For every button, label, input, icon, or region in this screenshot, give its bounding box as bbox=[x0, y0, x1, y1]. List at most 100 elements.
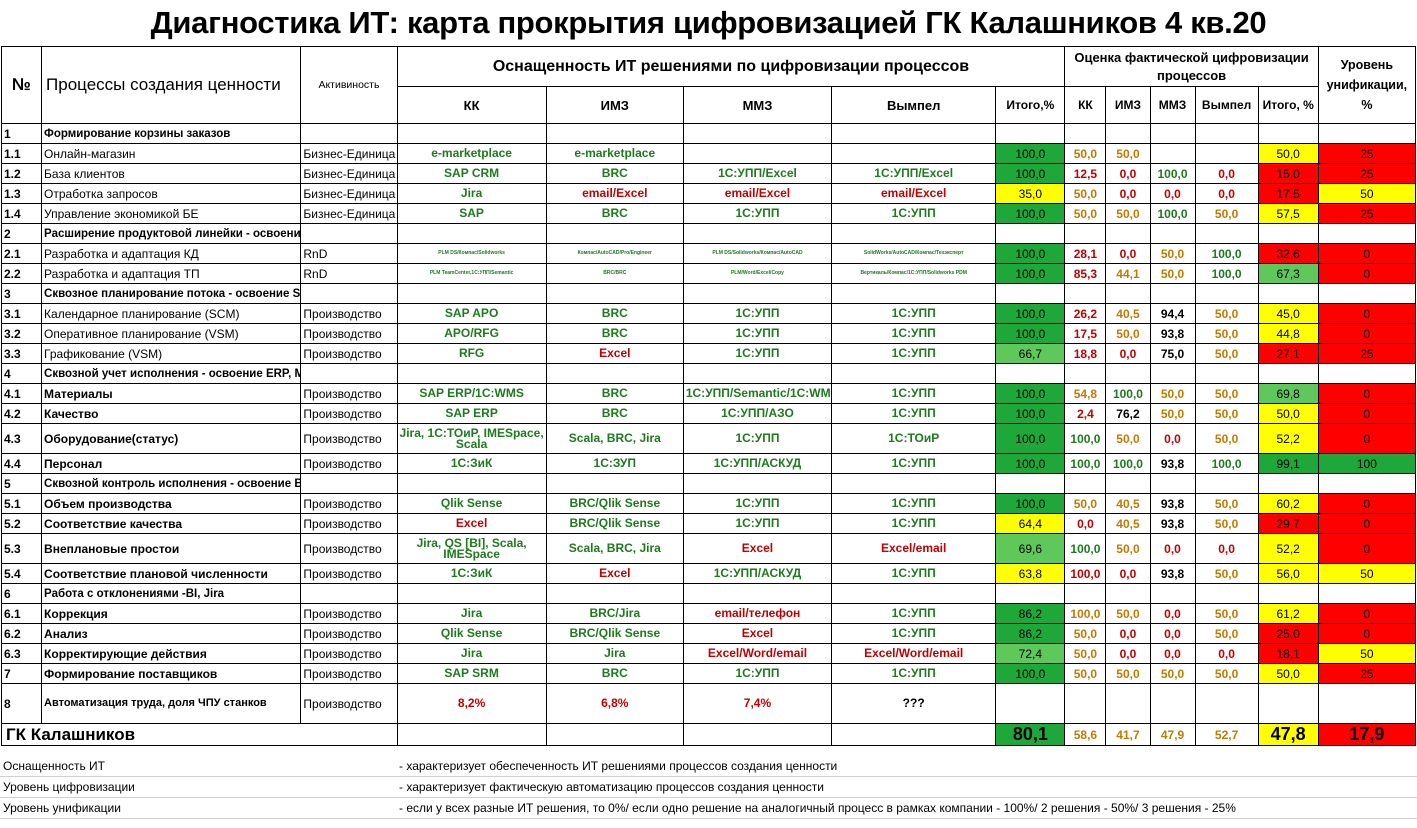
digital-value bbox=[1194, 143, 1259, 164]
it-solution: BRC bbox=[545, 383, 684, 404]
it-solution: PLM DS/Компас/Solidworks bbox=[396, 243, 547, 264]
it-solution: SAP CRM bbox=[396, 163, 547, 184]
unification-value: 0 bbox=[1317, 403, 1417, 424]
process-name: Календарное планирование (SCM) bbox=[41, 303, 302, 324]
empty-cell bbox=[1257, 123, 1319, 144]
empty-cell bbox=[1257, 223, 1319, 244]
empty-cell bbox=[1194, 363, 1259, 384]
empty-cell bbox=[300, 473, 398, 494]
equipment-total: 86,2 bbox=[995, 623, 1066, 644]
process-name: Онлайн-магазин bbox=[41, 143, 302, 164]
unification-value: 0 bbox=[1317, 323, 1417, 344]
unification-value: 0 bbox=[1317, 493, 1417, 514]
it-solution: Excel/Word/email bbox=[831, 643, 997, 664]
summary-digital-value: 58,6 bbox=[1064, 723, 1107, 746]
process-name: Внеплановые простои bbox=[41, 533, 302, 564]
header-digital-group: Оценка фактической цифровизации процессо… bbox=[1064, 46, 1319, 87]
row-num: 5.2 bbox=[0, 513, 43, 534]
header-digital-0: КК bbox=[1064, 86, 1107, 124]
empty-cell bbox=[1257, 283, 1319, 304]
process-name: Корректирующие действия bbox=[41, 643, 302, 664]
activity: Производство bbox=[300, 623, 398, 644]
digital-value: 100,0 bbox=[1194, 243, 1259, 264]
digital-value: 50,0 bbox=[1064, 143, 1107, 164]
digital-value: 50,0 bbox=[1064, 623, 1107, 644]
empty-cell bbox=[1064, 283, 1107, 304]
unification-value: 25 bbox=[1317, 343, 1417, 364]
it-solution: 1C:УПП bbox=[831, 493, 997, 514]
legend-term: Уровень унификации bbox=[3, 801, 121, 815]
section-row: 4 Сквозной учет исполнения - освоение ERP… bbox=[0, 363, 1417, 384]
digital-value: 50,0 bbox=[1105, 423, 1151, 454]
process-name: Оперативное планирование (VSM) bbox=[41, 323, 302, 344]
empty-cell bbox=[545, 473, 684, 494]
digital-value: 100,0 bbox=[1194, 453, 1259, 474]
it-solution: Scala, BRC, Jira bbox=[545, 533, 684, 564]
header-activity: Активиность bbox=[300, 46, 398, 124]
it-solution: email/Excel bbox=[545, 183, 684, 204]
empty-cell bbox=[300, 123, 398, 144]
section-name: Работа с отклонениями -BI, Jira bbox=[41, 583, 302, 604]
empty-cell bbox=[1194, 473, 1259, 494]
empty-cell bbox=[682, 223, 833, 244]
equipment-total: 86,2 bbox=[995, 603, 1066, 624]
it-solution: SAP ERP/1C:WMS bbox=[396, 383, 547, 404]
process-row: 4.2 Качество Производство SAP ERP BRC 1C:УПП/… bbox=[0, 403, 1417, 424]
it-solution: PLM TeamCenter,1C:УПП/Semantic bbox=[396, 263, 547, 284]
digital-value: 50,0 bbox=[1064, 663, 1107, 684]
digital-value: 0,0 bbox=[1149, 643, 1196, 664]
it-solution: BRC bbox=[545, 663, 684, 684]
digital-total: 50,0 bbox=[1257, 143, 1319, 164]
equipment-total: 100,0 bbox=[995, 493, 1066, 514]
digital-value: 0,0 bbox=[1105, 163, 1151, 184]
digital-total: 69,8 bbox=[1257, 383, 1319, 404]
digital-value: 100,0 bbox=[1194, 263, 1259, 284]
empty-cell bbox=[995, 363, 1066, 384]
it-solution: BRC/Qlik Sense bbox=[545, 623, 684, 644]
it-solution: email/Excel bbox=[831, 183, 997, 204]
digital-value: 100,0 bbox=[1105, 453, 1151, 474]
it-solution: SolidWorks/AutoCAD/Компас/Техэксперт bbox=[831, 243, 997, 264]
row-num: 2.2 bbox=[0, 263, 43, 284]
page-title: Диагностика ИТ: карта прокрытия цифровиз… bbox=[150, 5, 1267, 40]
digital-value: 54,8 bbox=[1064, 383, 1107, 404]
section-row: 3 Сквозное планирование потока - освоение… bbox=[0, 283, 1417, 304]
empty-cell bbox=[831, 473, 997, 494]
empty-cell bbox=[682, 283, 833, 304]
empty-cell bbox=[1317, 363, 1417, 384]
it-solution: 1C:УПП bbox=[831, 383, 997, 404]
process-row: 5.3 Внеплановые простои Производство Jira, … bbox=[0, 533, 1417, 564]
it-solution: Excel bbox=[545, 343, 684, 364]
it-solution: BRC bbox=[545, 403, 684, 424]
empty-cell bbox=[300, 223, 398, 244]
digital-value: 0,0 bbox=[1064, 513, 1107, 534]
empty-cell bbox=[831, 723, 997, 746]
empty-cell bbox=[545, 283, 684, 304]
empty-cell bbox=[1149, 223, 1196, 244]
activity: Производство bbox=[300, 643, 398, 664]
empty-cell bbox=[1105, 223, 1151, 244]
it-solution: 1C:УПП bbox=[682, 323, 833, 344]
it-solution: 1C:УПП bbox=[682, 343, 833, 364]
it-solution: Jira bbox=[396, 183, 547, 204]
summary-digital-value: 47,9 bbox=[1149, 723, 1196, 746]
digital-total: 29,7 bbox=[1257, 513, 1319, 534]
row-num: 1.3 bbox=[0, 183, 43, 204]
digital-value: 50,0 bbox=[1194, 383, 1259, 404]
empty-cell bbox=[1105, 473, 1151, 494]
it-solution: 1C:УПП bbox=[682, 663, 833, 684]
digital-total: 32,6 bbox=[1257, 243, 1319, 264]
equipment-total: 100,0 bbox=[995, 163, 1066, 184]
digital-total: 25,0 bbox=[1257, 623, 1319, 644]
section-name: Сквозной учет исполнения - освоение ERP,… bbox=[41, 363, 302, 384]
empty-cell bbox=[995, 123, 1066, 144]
digital-value: 50,0 bbox=[1149, 243, 1196, 264]
it-solution: 1C:УПП bbox=[831, 323, 997, 344]
empty-cell bbox=[1317, 223, 1417, 244]
equipment-total: 63,8 bbox=[995, 563, 1066, 584]
digital-value: 50,0 bbox=[1194, 603, 1259, 624]
empty-cell bbox=[1064, 473, 1107, 494]
it-solution: Qlik Sense bbox=[396, 623, 547, 644]
digital-total: 56,0 bbox=[1257, 563, 1319, 584]
digital-total: 17,5 bbox=[1257, 183, 1319, 204]
